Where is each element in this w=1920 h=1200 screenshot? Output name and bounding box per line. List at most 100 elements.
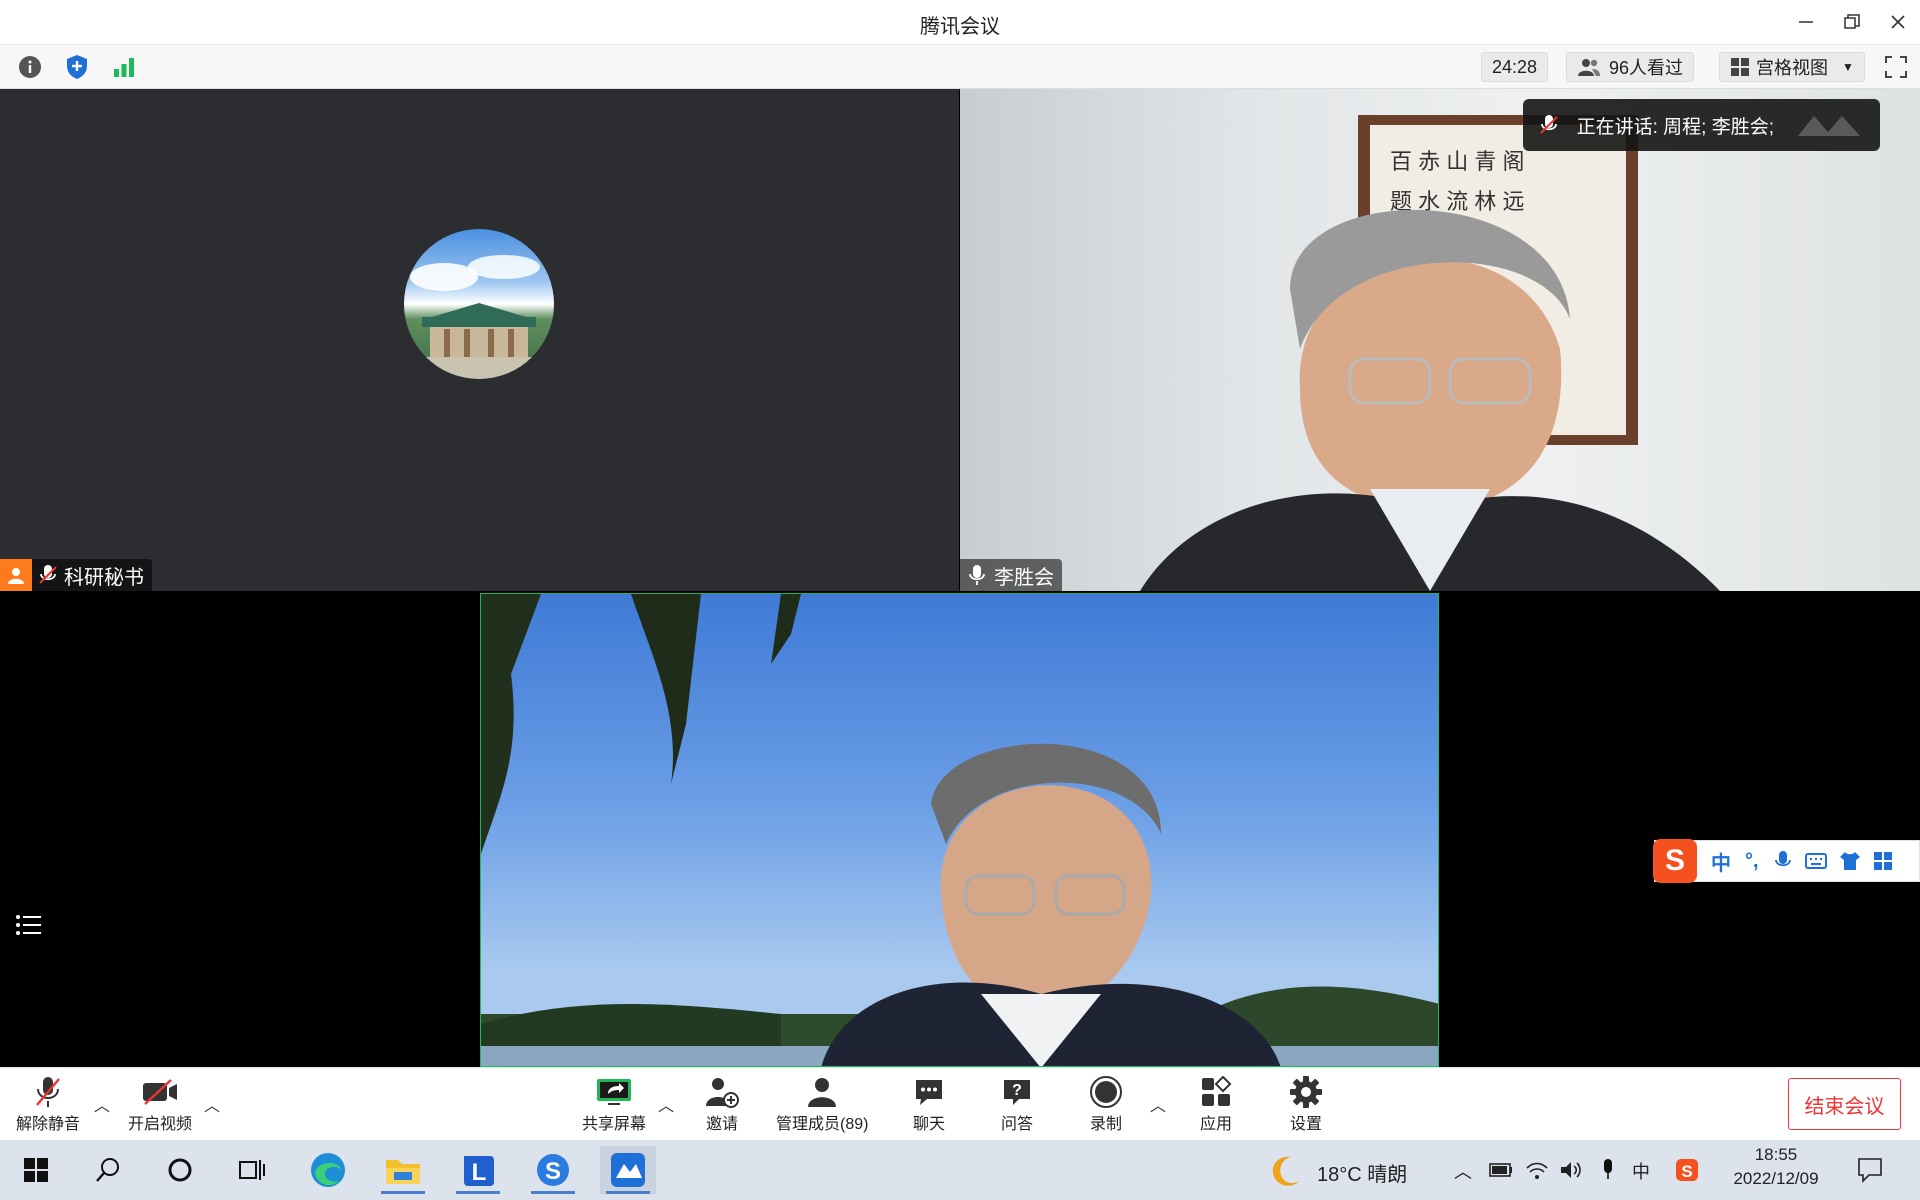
record-options-chevron-icon[interactable]: ︿ [1150,1092,1166,1116]
viewers-button[interactable]: 96人看过 [1566,52,1695,82]
info-button[interactable] [16,53,44,81]
share-screen-icon [597,1079,631,1105]
question-icon: ? [1004,1080,1030,1105]
apps-button[interactable]: 应用 [1196,1074,1236,1134]
video-tile-active-speaker[interactable] [480,593,1439,1067]
task-view-icon [239,1160,265,1180]
members-icon [808,1078,837,1107]
minimize-button[interactable] [1788,8,1824,36]
close-button[interactable] [1880,8,1916,36]
search-icon [96,1158,119,1182]
task-view-button[interactable] [224,1146,280,1194]
volume-icon[interactable] [1559,1160,1583,1180]
manage-members-label: 管理成员(89) [776,1116,869,1133]
tencent-meeting-icon [611,1153,645,1187]
wifi-icon[interactable] [1525,1160,1549,1180]
chevron-down-icon: ▼ [1842,60,1854,74]
settings-label: 设置 [1289,1116,1322,1133]
tencent-meeting-logo [1798,116,1860,136]
ime-lang[interactable]: 中 [1711,847,1731,876]
weather-moon-icon [1272,1156,1299,1186]
unmute-label: 解除静音 [16,1116,81,1133]
speaking-indicator: 正在讲话: 周程; 李胜会; [1522,99,1880,151]
chat-label: 聊天 [912,1116,945,1133]
title-bar: 腾讯会议 [0,0,1920,45]
toolbox-icon[interactable] [1873,851,1893,871]
share-screen-button[interactable]: 共享屏幕 [582,1074,646,1134]
start-video-button[interactable]: 开启视频 [128,1074,192,1134]
participant-nametag: 李胜会 [960,559,1062,591]
audio-options-chevron-icon[interactable]: ︿ [94,1092,110,1116]
participant-name: 李胜会 [994,566,1054,589]
mic-icon[interactable] [1774,850,1791,872]
end-meeting-button[interactable]: 结束会议 [1788,1078,1901,1130]
cortana-icon [168,1158,192,1182]
invite-button[interactable]: 邀请 [702,1074,742,1134]
view-mode-label: 宫格视图 [1756,58,1828,78]
video-grid: 科研秘书 百 赤 山 青 阁 题 水 流 林 远 正在讲话: 周程; 李胜会; … [0,89,1920,1067]
taskbar-edge[interactable] [300,1146,356,1194]
viewers-count: 96人看过 [1609,58,1684,78]
participant-video-feed [481,594,1438,1066]
video-tile-li[interactable]: 百 赤 山 青 阁 题 水 流 林 远 正在讲话: 周程; 李胜会; 李胜会 [960,89,1920,591]
video-tile-secretary[interactable]: 科研秘书 [0,89,959,591]
meeting-timer: 24:28 [1481,52,1549,82]
windows-logo-icon [24,1158,48,1182]
grid-view-icon [1731,58,1749,76]
fullscreen-button[interactable] [1882,53,1910,81]
edge-browser-icon [311,1153,345,1187]
people-icon [1578,59,1600,76]
minimize-icon [1799,21,1813,23]
settings-button[interactable]: 设置 [1286,1074,1326,1134]
sogou-tray-icon[interactable]: S [1675,1158,1699,1182]
svg-text:?: ? [1012,1082,1022,1099]
clock-time: 18:55 [1754,1145,1798,1164]
manage-members-button[interactable]: 管理成员(89) [776,1074,868,1134]
gear-icon [1290,1076,1322,1108]
start-button[interactable] [8,1146,64,1194]
taskbar-tencent-meeting[interactable] [600,1146,656,1194]
notification-icon[interactable] [1857,1157,1883,1183]
meeting-info-bar: 24:28 96人看过 宫格视图 ▼ [0,45,1920,89]
member-list-toggle[interactable] [8,905,48,945]
taskbar-lark[interactable]: L [450,1146,506,1194]
search-button[interactable] [80,1146,136,1194]
participant-nametag: 科研秘书 [0,559,152,591]
svg-text:S: S [545,1158,561,1185]
tray-ime-indicator[interactable]: 中 [1632,1158,1650,1184]
taskbar-sogou[interactable]: S [525,1146,581,1194]
chat-button[interactable]: 聊天 [909,1074,949,1134]
meeting-toolbar: 解除静音 ︿ 开启视频 ︿ 共享屏幕 ︿ 邀请 管理成员(89) 聊天 ? 问答… [0,1067,1920,1140]
tray-overflow-chevron-icon[interactable]: ︿ [1454,1158,1472,1184]
fullscreen-icon [1885,56,1907,78]
keyboard-icon[interactable] [1804,852,1827,870]
skin-icon[interactable] [1839,851,1861,871]
folder-icon [386,1160,420,1184]
svg-text:百 赤 山 青 阁: 百 赤 山 青 阁 [1390,149,1524,174]
ime-toolbar[interactable]: S 中 °, [1653,839,1920,883]
video-options-chevron-icon[interactable]: ︿ [204,1092,220,1116]
ime-punct[interactable]: °, [1745,850,1759,873]
battery-icon[interactable] [1489,1162,1513,1178]
share-options-chevron-icon[interactable]: ︿ [658,1092,674,1116]
restore-button[interactable] [1834,8,1870,36]
weather-text[interactable]: 18°C 晴朗 [1317,1158,1407,1187]
tray-clock[interactable]: 18:55 2022/12/09 [1716,1145,1836,1189]
clock-date: 2022/12/09 [1733,1169,1819,1188]
speaking-text: 正在讲话: 周程; 李胜会; [1576,116,1774,138]
unmute-button[interactable]: 解除静音 [16,1074,80,1134]
microphone-icon[interactable] [1601,1158,1615,1180]
network-button[interactable] [110,53,138,81]
signal-icon [114,58,134,77]
record-button[interactable]: 录制 [1086,1074,1126,1134]
building-avatar-image [404,255,554,379]
security-button[interactable] [63,53,91,81]
view-mode-dropdown[interactable]: 宫格视图 ▼ [1719,52,1865,82]
chat-icon [916,1080,942,1105]
participant-name: 科研秘书 [64,566,144,589]
app-l-icon: L [464,1156,494,1186]
taskbar-file-explorer[interactable] [375,1146,431,1194]
qa-button[interactable]: ? 问答 [997,1074,1037,1134]
cortana-button[interactable] [152,1146,208,1194]
avatar [404,229,554,379]
